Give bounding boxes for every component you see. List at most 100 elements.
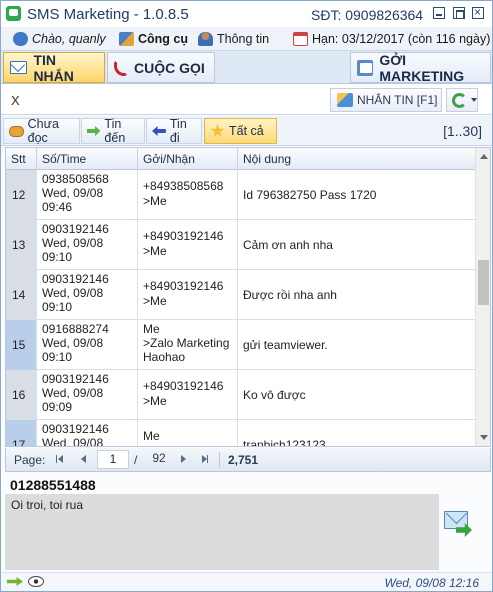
row-stt: 15	[6, 320, 37, 370]
mail-icon	[10, 61, 28, 74]
row-phone: 0903192146	[42, 222, 109, 236]
row-sender-receiver: +84903192146 >Me	[138, 270, 238, 320]
row-content: Id 796382750 Pass 1720	[238, 170, 476, 220]
row-content: gửi teamviewer.	[238, 320, 476, 370]
window-title: SMS Marketing - 1.0.8.5	[27, 6, 189, 23]
message-icon	[337, 93, 353, 107]
first-page-icon[interactable]	[56, 455, 63, 463]
eye-icon[interactable]	[28, 576, 44, 587]
column-content[interactable]: Nội dung	[238, 148, 476, 170]
phone-icon	[114, 59, 128, 76]
maximize-button[interactable]	[453, 7, 465, 19]
row-time: 09:10	[42, 300, 73, 314]
scroll-up-icon[interactable]	[480, 154, 488, 159]
tab-messages-label: TIN NHẮN	[33, 51, 74, 84]
expiry-text: Hạn: 03/12/2017 (còn 116 ngày)	[312, 32, 491, 46]
row-stt: 17	[6, 420, 37, 446]
pager-divider	[219, 452, 220, 468]
row-stt: 13	[6, 220, 37, 270]
prev-page-icon[interactable]	[81, 455, 86, 463]
vertical-scrollbar[interactable]	[475, 148, 490, 446]
user-icon	[13, 32, 28, 46]
row-sender-receiver: Me>+84903192146	[138, 420, 238, 446]
filter-outgoing-label: Tin đi	[169, 117, 187, 145]
column-stt[interactable]: Stt	[6, 148, 37, 170]
search-input[interactable]	[4, 88, 327, 112]
filter-all[interactable]: Tất cả	[204, 118, 277, 144]
table-header: Stt Số/Time Gởi/Nhận Nội dung	[6, 148, 476, 170]
arrow-right-icon	[87, 126, 101, 136]
main-tabs: TIN NHẮN CUỘC GỌI GỞI MARKETING	[1, 51, 492, 84]
table-row[interactable]: 16 0903192146 Wed, 09/08 09:09 +84903192146 >…	[6, 370, 476, 420]
row-date: Wed, 09/08	[42, 186, 104, 200]
message-text: Oi troi, toi rua	[11, 498, 84, 512]
record-count: 2,751	[228, 453, 259, 467]
chevron-down-icon[interactable]	[471, 98, 477, 102]
filter-outgoing[interactable]: Tin đi	[146, 117, 202, 145]
scroll-down-icon[interactable]	[480, 435, 488, 440]
row-to-extra: Haohao	[143, 350, 186, 364]
send-message-button[interactable]: NHẮN TIN [F1]	[330, 88, 442, 112]
expiry: Hạn: 03/12/2017 (còn 116 ngày)	[293, 32, 490, 46]
filter-unread[interactable]: Chưa đọc	[3, 117, 80, 145]
arrow-left-icon	[152, 126, 166, 136]
message-table: Stt Số/Time Gởi/Nhận Nội dung 12 09385085…	[5, 147, 491, 447]
row-date: Wed, 09/08	[42, 236, 104, 250]
row-time: 09:09	[42, 400, 73, 414]
table-row[interactable]: 15 0916888274 Wed, 09/08 09:10 Me >Zalo Marke…	[6, 320, 476, 370]
table-row[interactable]: 12 0938508568 Wed, 09/08 09:46 +84938508568 >…	[6, 170, 476, 220]
close-button[interactable]	[472, 5, 484, 19]
page-input[interactable]: 1	[97, 450, 129, 469]
refresh-button[interactable]	[446, 88, 478, 112]
detail-phone-number: 01288551488	[10, 477, 96, 493]
row-phone: 0903192146	[42, 272, 109, 286]
row-date: Wed, 09/08	[42, 286, 104, 300]
table-row[interactable]: 14 0903192146 Wed, 09/08 09:10 +84903192146 >…	[6, 270, 476, 320]
info-label: Thông tin	[217, 32, 270, 46]
row-sender-receiver: +84903192146 >Me	[138, 370, 238, 420]
column-number-time[interactable]: Số/Time	[37, 148, 138, 170]
row-sender-receiver: +84903192146 >Me	[138, 220, 238, 270]
next-page-icon[interactable]	[181, 455, 186, 463]
record-range: [1..30]	[443, 123, 482, 139]
row-number-time: 0903192146 Wed, 09/08	[37, 420, 138, 447]
filter-incoming[interactable]: Tin đến	[81, 117, 145, 145]
row-phone: 0903192146	[42, 422, 109, 436]
info-bar: Chào, quanly Công cụ Thông tin Hạn: 03/1…	[1, 27, 492, 51]
info-menu[interactable]: Thông tin	[198, 32, 269, 46]
row-time: 09:10	[42, 250, 73, 264]
row-number-time: 0903192146 Wed, 09/08 09:09	[37, 370, 138, 420]
star-icon	[210, 123, 225, 138]
column-sender-receiver[interactable]: Gởi/Nhận	[138, 148, 238, 170]
row-content: Được rồi nha anh	[238, 270, 476, 320]
minimize-button[interactable]	[433, 7, 445, 19]
row-to: >Me	[143, 244, 167, 258]
tools-icon	[119, 32, 134, 46]
app-logo-icon	[6, 6, 21, 21]
tab-messages[interactable]: TIN NHẮN	[3, 51, 105, 84]
table-row[interactable]: 13 0903192146 Wed, 09/08 09:10 +84903192146 >…	[6, 220, 476, 270]
row-phone: 0903192146	[42, 372, 109, 386]
tools-menu[interactable]: Công cụ	[119, 32, 188, 46]
reply-button[interactable]	[444, 509, 474, 539]
row-stt: 16	[6, 370, 37, 420]
row-date: Wed, 09/08	[42, 436, 104, 447]
send-marketing-icon	[357, 59, 374, 76]
row-time: 09:46	[42, 200, 73, 214]
status-timestamp: Wed, 09/08 12:16	[384, 576, 479, 590]
page-total: 92	[152, 451, 166, 465]
row-number-time: 0938508568 Wed, 09/08 09:46	[37, 170, 138, 220]
table-row[interactable]: 170903192146Wed, 09/08Me>+84903192146tra…	[6, 420, 476, 447]
row-date: Wed, 09/08	[42, 336, 104, 350]
phone-number: SĐT: 0909826364	[311, 7, 424, 23]
row-from: +84903192146	[143, 379, 224, 393]
row-content: Cảm ơn anh nha	[238, 220, 476, 270]
last-page-icon[interactable]	[202, 455, 208, 463]
row-number-time: 0903192146 Wed, 09/08 09:10	[37, 220, 138, 270]
send-marketing-button[interactable]: GỞI MARKETING	[350, 52, 491, 84]
scroll-thumb[interactable]	[478, 260, 489, 305]
tab-calls[interactable]: CUỘC GỌI	[107, 52, 215, 83]
row-from: Me	[143, 322, 160, 336]
greeting: Chào, quanly	[13, 32, 106, 46]
status-bar: Wed, 09/08 12:16	[1, 572, 492, 591]
